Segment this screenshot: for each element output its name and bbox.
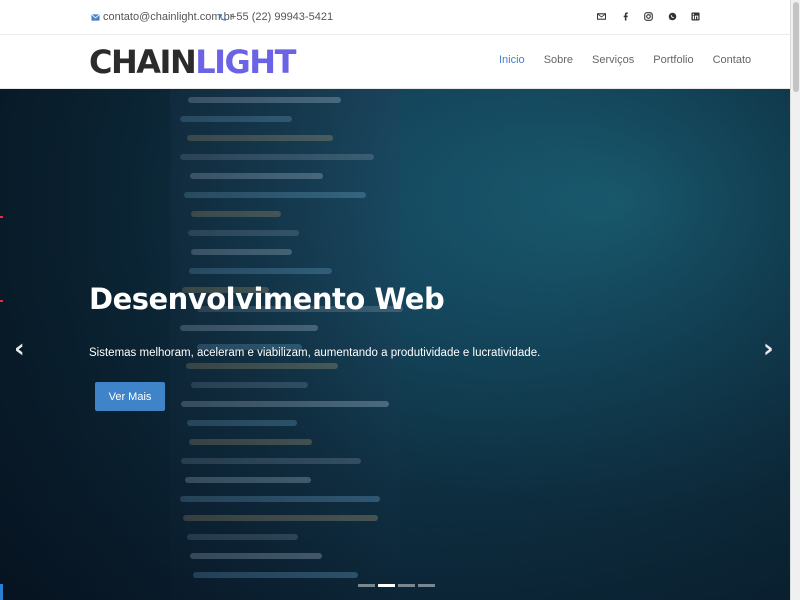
edge-mark	[0, 584, 3, 600]
top-contact-bar: contato@chainlight.com.br +55 (22) 99943…	[0, 0, 790, 35]
hero-subtitle: Sistemas melhoram, aceleram e viabilizam…	[89, 347, 541, 359]
email-icon[interactable]	[597, 11, 606, 22]
carousel-indicator-3[interactable]	[398, 584, 415, 587]
brand-logo[interactable]: CHAINLIGHT	[89, 43, 296, 81]
edge-mark	[0, 216, 3, 218]
phone-text: +55 (22) 99943-5421	[230, 11, 334, 23]
page-scrollbar[interactable]	[790, 0, 800, 600]
social-links	[597, 11, 715, 22]
carousel-indicators	[358, 584, 438, 587]
facebook-icon[interactable]	[621, 11, 630, 22]
email-icon	[91, 13, 100, 22]
scrollbar-thumb[interactable]	[793, 2, 799, 92]
main-navbar: CHAINLIGHT Inicio Sobre Serviços Portfol…	[0, 35, 790, 89]
email-contact[interactable]: contato@chainlight.com.br	[91, 11, 233, 23]
ver-mais-button[interactable]: Ver Mais	[95, 382, 165, 411]
carousel-indicator-4[interactable]	[418, 584, 435, 587]
carousel-next-icon[interactable]: ›	[763, 334, 774, 364]
carousel-prev-icon[interactable]: ‹	[14, 334, 25, 364]
whatsapp-icon[interactable]	[668, 11, 677, 22]
hero-title: Desenvolvimento Web	[89, 282, 445, 316]
instagram-icon[interactable]	[644, 11, 653, 22]
nav-item-servicos[interactable]: Serviços	[592, 54, 634, 66]
nav-item-portfolio[interactable]: Portfolio	[653, 54, 693, 66]
carousel-indicator-1[interactable]	[358, 584, 375, 587]
carousel-indicator-2[interactable]	[378, 584, 395, 587]
logo-part-chain: CHAIN	[89, 43, 197, 81]
nav-menu: Inicio Sobre Serviços Portfolio Contato	[499, 54, 770, 66]
nav-item-contato[interactable]: Contato	[713, 54, 752, 66]
hero-carousel: Desenvolvimento Web Sistemas melhoram, a…	[0, 89, 790, 600]
hero-overlay	[0, 89, 790, 600]
email-text: contato@chainlight.com.br	[103, 11, 234, 23]
linkedin-icon[interactable]	[691, 11, 700, 22]
logo-part-light: LIGHT	[195, 43, 296, 81]
nav-item-inicio[interactable]: Inicio	[499, 54, 525, 66]
phone-icon	[218, 13, 227, 22]
phone-contact[interactable]: +55 (22) 99943-5421	[218, 11, 333, 23]
nav-item-sobre[interactable]: Sobre	[544, 54, 573, 66]
edge-mark	[0, 300, 3, 302]
